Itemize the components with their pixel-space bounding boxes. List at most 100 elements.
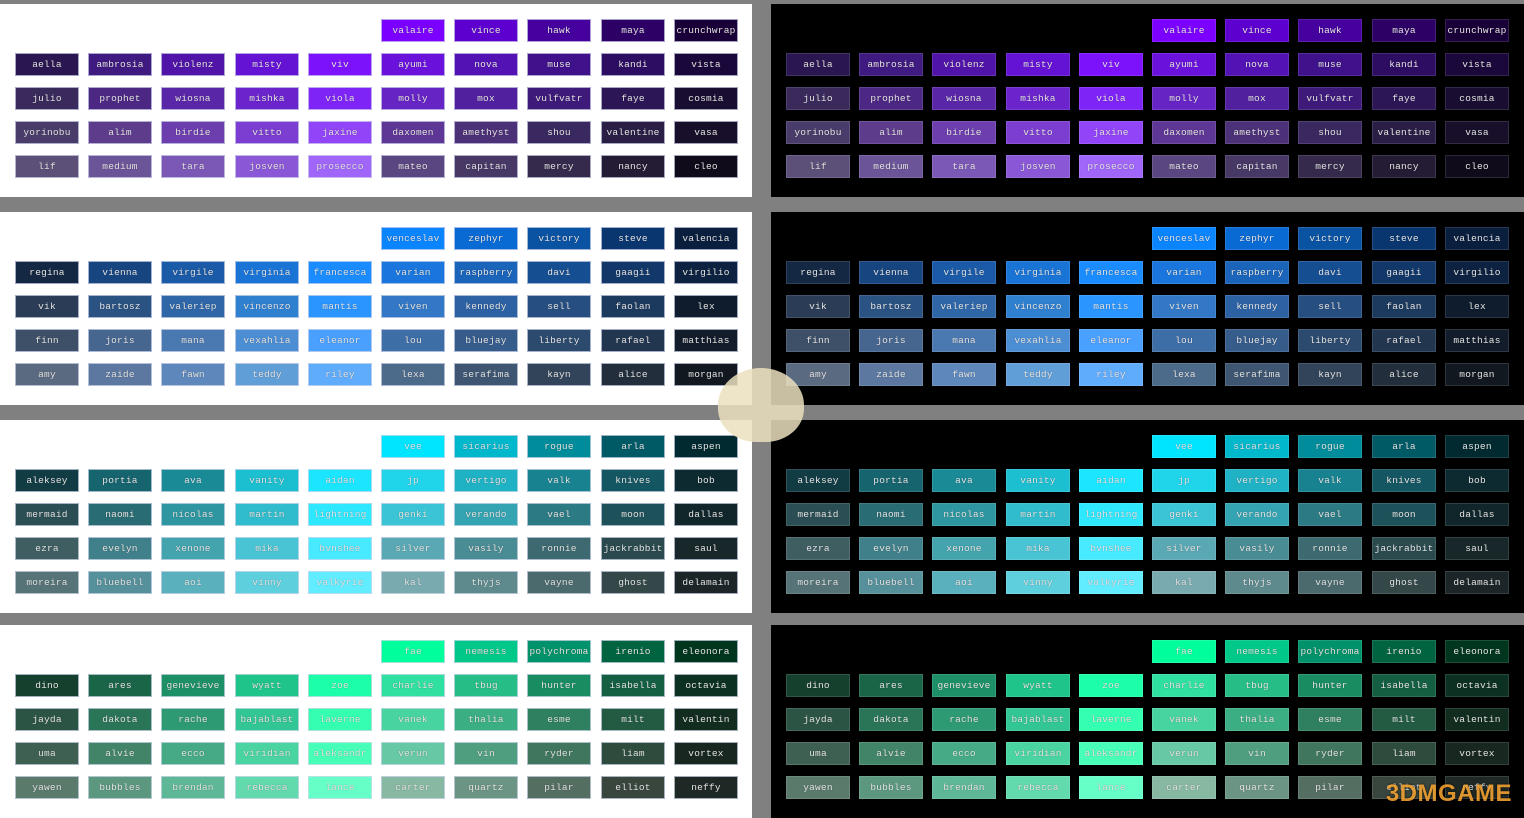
color-swatch: mercy — [1298, 155, 1362, 178]
color-swatch: cleo — [1445, 155, 1509, 178]
color-swatch: carter — [381, 776, 445, 799]
color-swatch: liberty — [1298, 329, 1362, 352]
color-swatch: dakota — [859, 708, 923, 731]
color-swatch: steve — [1372, 227, 1436, 250]
color-swatch: nemesis — [1225, 640, 1289, 663]
color-swatch: mermaid — [15, 503, 79, 526]
color-swatch: viridian — [1006, 742, 1070, 765]
color-swatch: vincenzo — [1006, 295, 1070, 318]
color-swatch: knives — [601, 469, 665, 492]
color-swatch: bartosz — [88, 295, 152, 318]
color-swatch: birdie — [932, 121, 996, 144]
color-swatch: mantis — [308, 295, 372, 318]
color-swatch: uma — [786, 742, 850, 765]
color-swatch: vinny — [235, 571, 299, 594]
color-swatch: verando — [1225, 503, 1289, 526]
color-swatch: cosmia — [674, 87, 738, 110]
color-swatch: verando — [454, 503, 518, 526]
color-swatch: lance — [1079, 776, 1143, 799]
color-swatch: serafima — [1225, 363, 1289, 386]
color-swatch: irenio — [1372, 640, 1436, 663]
color-swatch: bob — [674, 469, 738, 492]
color-swatch: bubbles — [88, 776, 152, 799]
color-swatch: arla — [1372, 435, 1436, 458]
color-swatch: eleonora — [1445, 640, 1509, 663]
color-swatch: yawen — [786, 776, 850, 799]
color-swatch: ambrosia — [859, 53, 923, 76]
color-swatch: fawn — [161, 363, 225, 386]
color-swatch: fae — [1152, 640, 1216, 663]
color-swatch: morgan — [1445, 363, 1509, 386]
color-swatch: elliot — [601, 776, 665, 799]
color-swatch: valaire — [381, 19, 445, 42]
color-swatch: silver — [381, 537, 445, 560]
color-swatch: sicarius — [454, 435, 518, 458]
color-swatch: vince — [454, 19, 518, 42]
color-swatch: riley — [1079, 363, 1143, 386]
color-swatch: maya — [601, 19, 665, 42]
color-swatch: naomi — [859, 503, 923, 526]
color-swatch: naomi — [88, 503, 152, 526]
color-swatch: tbug — [454, 674, 518, 697]
color-swatch: lou — [1152, 329, 1216, 352]
color-swatch: aspen — [674, 435, 738, 458]
color-swatch: jayda — [15, 708, 79, 731]
color-swatch: uma — [15, 742, 79, 765]
color-swatch: molly — [381, 87, 445, 110]
color-swatch: rogue — [1298, 435, 1362, 458]
color-swatch: rafael — [601, 329, 665, 352]
color-swatch: nemesis — [454, 640, 518, 663]
color-swatch: vee — [1152, 435, 1216, 458]
color-swatch: laverne — [308, 708, 372, 731]
color-swatch: aidan — [308, 469, 372, 492]
color-swatch: bvnshee — [1079, 537, 1143, 560]
color-swatch: carter — [1152, 776, 1216, 799]
color-swatch: aoi — [161, 571, 225, 594]
color-swatch: irenio — [601, 640, 665, 663]
color-swatch: tbug — [1225, 674, 1289, 697]
color-swatch: ronnie — [527, 537, 591, 560]
color-swatch: aleksey — [15, 469, 79, 492]
color-swatch: moon — [1372, 503, 1436, 526]
palette-panel-light: valaire vince hawk maya crunchwrap aella ambro… — [0, 4, 752, 197]
color-swatch: vik — [15, 295, 79, 318]
color-swatch: mishka — [235, 87, 299, 110]
color-swatch: vertigo — [454, 469, 518, 492]
color-swatch: birdie — [161, 121, 225, 144]
color-swatch: aleksandr — [1079, 742, 1143, 765]
color-swatch: amethyst — [1225, 121, 1289, 144]
color-swatch: valeriep — [932, 295, 996, 318]
color-swatch: vayne — [1298, 571, 1362, 594]
color-swatch: mika — [1006, 537, 1070, 560]
color-swatch: davi — [527, 261, 591, 284]
color-swatch: viridian — [235, 742, 299, 765]
color-swatch: nicolas — [932, 503, 996, 526]
color-swatch: mox — [1225, 87, 1289, 110]
color-swatch: josven — [235, 155, 299, 178]
color-swatch: charlie — [1152, 674, 1216, 697]
color-swatch: virgilio — [674, 261, 738, 284]
color-swatch: eleanor — [308, 329, 372, 352]
color-swatch: alvie — [88, 742, 152, 765]
color-swatch: vik — [786, 295, 850, 318]
color-swatch: medium — [88, 155, 152, 178]
color-swatch: faolan — [1372, 295, 1436, 318]
color-swatch: mishka — [1006, 87, 1070, 110]
color-swatch: alice — [601, 363, 665, 386]
color-swatch: misty — [1006, 53, 1070, 76]
color-swatch: yorinobu — [15, 121, 79, 144]
color-swatch: joris — [88, 329, 152, 352]
color-swatch: bartosz — [859, 295, 923, 318]
color-swatch: genki — [1152, 503, 1216, 526]
color-swatch: vanity — [235, 469, 299, 492]
color-swatch: riley — [308, 363, 372, 386]
color-swatch: lexa — [381, 363, 445, 386]
color-swatch: ambrosia — [88, 53, 152, 76]
color-swatch: dallas — [1445, 503, 1509, 526]
color-swatch: zoe — [1079, 674, 1143, 697]
color-swatch: medium — [859, 155, 923, 178]
color-swatch: vanek — [381, 708, 445, 731]
color-swatch: ecco — [932, 742, 996, 765]
color-swatch: pilar — [527, 776, 591, 799]
color-swatch: mika — [235, 537, 299, 560]
